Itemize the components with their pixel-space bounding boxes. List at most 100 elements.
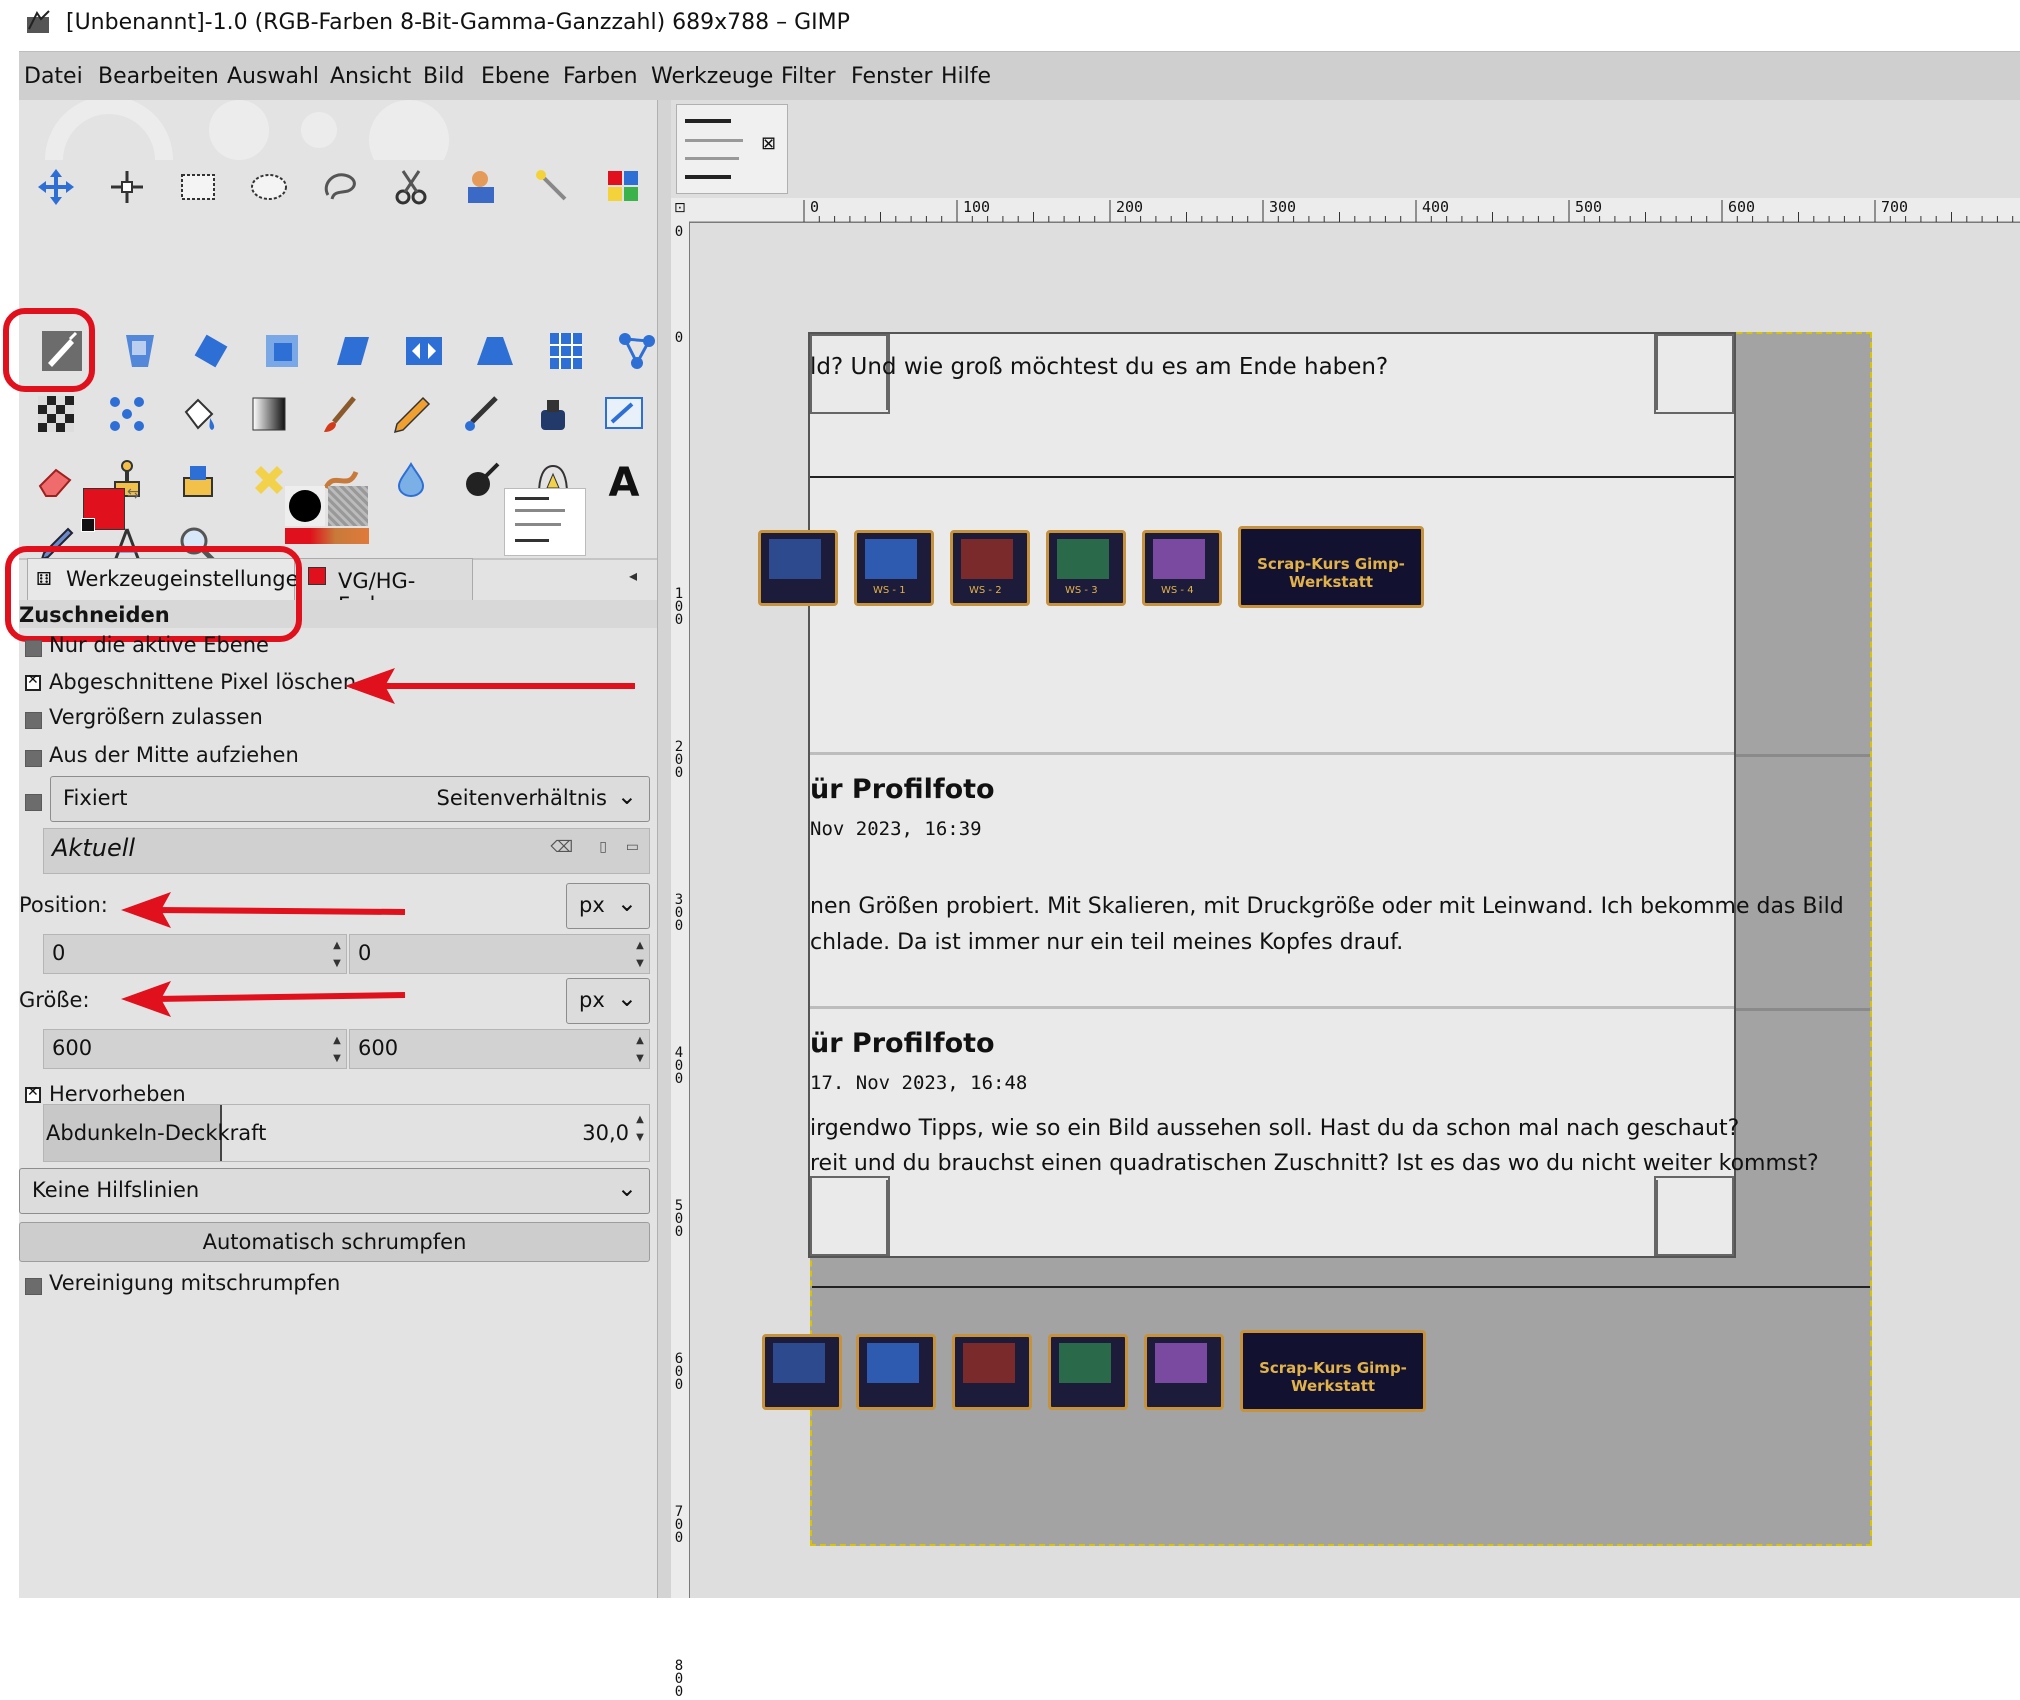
gradient-tool-icon[interactable] [240, 385, 298, 443]
ink-tool-icon[interactable] [524, 385, 582, 443]
svg-text:A: A [609, 460, 640, 502]
heal-tool-icon[interactable] [169, 451, 227, 509]
delete-cropped-pixels-checkbox[interactable] [25, 672, 41, 691]
swap-colors-icon[interactable]: ⇆ [127, 486, 139, 502]
warp-tool-icon[interactable] [98, 385, 156, 443]
pattern-preview[interactable] [328, 486, 368, 526]
menu-auswahl[interactable]: Auswahl [227, 64, 319, 89]
canvas-text-question: ld? Und wie groß möchtest du es am Ende … [810, 354, 1389, 380]
airbrush-tool-icon[interactable] [453, 385, 511, 443]
spin-arrows-icon[interactable]: ▲ ▼ [633, 937, 647, 973]
dock-menu-icon[interactable]: ◂ [629, 566, 637, 585]
foreground-select-tool-icon[interactable] [453, 158, 511, 216]
position-x-value: 0 [52, 941, 66, 965]
menu-bild[interactable]: Bild [423, 64, 464, 89]
only-active-layer-checkbox[interactable] [25, 640, 42, 657]
quick-mask-toggle[interactable]: ⊡ [671, 198, 689, 222]
size-width-input[interactable]: 600 ▲ ▼ [43, 1029, 347, 1069]
default-colors-icon[interactable] [81, 518, 95, 532]
color-select-tool-icon[interactable] [595, 158, 653, 216]
pencil-tool-icon[interactable] [382, 385, 440, 443]
menu-hilfe[interactable]: Hilfe [941, 64, 991, 89]
rotate-tool-icon[interactable] [182, 322, 240, 380]
allow-growing-label: Vergrößern zulassen [49, 705, 263, 729]
blur-tool-icon[interactable] [382, 451, 440, 509]
tab-fg-bg-color[interactable]: VG/HG-Farbe [299, 558, 473, 617]
panel-divider[interactable] [657, 100, 672, 1598]
scale-tool-icon[interactable] [253, 322, 311, 380]
fixed-value-input[interactable]: Aktuell ⌫ ▯ ▭ [43, 828, 650, 874]
bucket-fill-tool-icon[interactable] [169, 385, 227, 443]
flip-tool-icon[interactable] [395, 322, 453, 380]
perspective-tool-icon[interactable] [466, 322, 524, 380]
chevron-down-icon: ⌄ [616, 889, 637, 917]
shear-tool-icon[interactable] [324, 322, 382, 380]
fixed-checkbox[interactable] [25, 794, 42, 811]
eraser-tool-icon[interactable] [27, 451, 85, 509]
hruler-label: 300 [1269, 198, 1297, 216]
fixed-mode-dropdown[interactable]: Fixiert Seitenverhältnis ⌄ [50, 776, 650, 822]
menu-filter[interactable]: Filter [781, 64, 835, 89]
spin-arrows-icon[interactable]: ▲ ▼ [633, 1111, 647, 1147]
allow-growing-checkbox[interactable] [25, 712, 42, 729]
ellipse-select-tool-icon[interactable] [240, 158, 298, 216]
image-tab[interactable]: ⊠ [676, 104, 788, 194]
title-bar: [Unbenannt]-1.0 (RGB-Farben 8-Bit-Gamma-… [19, 0, 2020, 51]
crop-handle-bottom-left[interactable] [810, 1176, 890, 1256]
cage-transform-tool-icon[interactable] [537, 322, 595, 380]
crop-handle-bottom[interactable] [886, 1180, 1658, 1256]
crop-handle-top-right[interactable] [1654, 334, 1734, 414]
portrait-icon[interactable]: ▯ [599, 839, 607, 855]
menu-ansicht[interactable]: Ansicht [330, 64, 411, 89]
menu-werkzeuge[interactable]: Werkzeuge [651, 64, 773, 89]
shrink-merged-checkbox[interactable] [25, 1278, 42, 1295]
menu-datei[interactable]: Datei [24, 64, 83, 89]
scissors-select-tool-icon[interactable] [382, 158, 440, 216]
image-thumbnail[interactable] [504, 488, 586, 556]
landscape-icon[interactable]: ▭ [626, 839, 639, 855]
highlight-checkbox[interactable] [25, 1084, 41, 1103]
menu-ebene[interactable]: Ebene [481, 64, 550, 89]
gradient-preview[interactable] [285, 528, 369, 544]
canvas-rule [810, 1006, 1734, 1009]
guides-dropdown[interactable]: Keine Hilfslinien ⌄ [19, 1168, 650, 1214]
move-tool-icon[interactable] [27, 158, 85, 216]
menu-fenster[interactable]: Fenster [851, 64, 933, 89]
fuzzy-select-tool-icon[interactable] [524, 158, 582, 216]
clear-icon[interactable]: ⌫ [550, 837, 573, 856]
auto-shrink-button[interactable]: Automatisch schrumpfen [19, 1222, 650, 1262]
darken-opacity-slider[interactable]: Abdunkeln-Deckkraft 30,0 ▲ ▼ [43, 1104, 650, 1162]
position-unit-dropdown[interactable]: px ⌄ [566, 883, 650, 929]
delete-cropped-pixels-label: Abgeschnittene Pixel löschen [49, 670, 357, 694]
spin-arrows-icon[interactable]: ▲ ▼ [330, 1032, 344, 1068]
image-window: ⊠ ⊡ 0 100 200 300 400 500 600 700 0 0 10… [671, 100, 2020, 1699]
paintbrush-tool-icon[interactable] [311, 385, 369, 443]
brush-preview[interactable] [285, 486, 325, 526]
crop-handle-bottom-right[interactable] [1654, 1176, 1734, 1256]
align-tool-icon[interactable] [98, 158, 156, 216]
close-tab-icon[interactable]: ⊠ [761, 133, 776, 154]
size-height-input[interactable]: 600 ▲ ▼ [349, 1029, 650, 1069]
horizontal-ruler: 0 100 200 300 400 500 600 700 [689, 198, 2020, 223]
spin-arrows-icon[interactable]: ▲ ▼ [633, 1032, 647, 1068]
train-wagon: WS - 4 [1142, 530, 1222, 606]
rect-select-tool-icon[interactable] [169, 158, 227, 216]
crop-rectangle[interactable]: ld? Und wie groß möchtest du es am Ende … [758, 332, 1844, 1258]
spin-arrows-icon[interactable]: ▲ ▼ [330, 937, 344, 973]
checker-tool-icon[interactable] [27, 385, 85, 443]
size-width-value: 600 [52, 1036, 93, 1060]
free-select-tool-icon[interactable] [311, 158, 369, 216]
size-unit-dropdown[interactable]: px ⌄ [566, 978, 650, 1024]
dodge-burn-tool-icon[interactable] [453, 451, 511, 509]
unified-transform-tool-icon[interactable] [111, 322, 169, 380]
menu-bearbeiten[interactable]: Bearbeiten [98, 64, 219, 89]
mypaint-brush-tool-icon[interactable] [595, 385, 653, 443]
vruler-label: 300 [674, 892, 684, 934]
image-tabs-bar: ⊠ [671, 100, 2020, 198]
menu-farben[interactable]: Farben [563, 64, 638, 89]
expand-from-center-checkbox[interactable] [25, 750, 42, 767]
divider-line [812, 1286, 1870, 1288]
text-tool-icon[interactable]: A [595, 451, 653, 509]
position-x-input[interactable]: 0 ▲ ▼ [43, 934, 347, 974]
position-y-input[interactable]: 0 ▲ ▼ [349, 934, 650, 974]
